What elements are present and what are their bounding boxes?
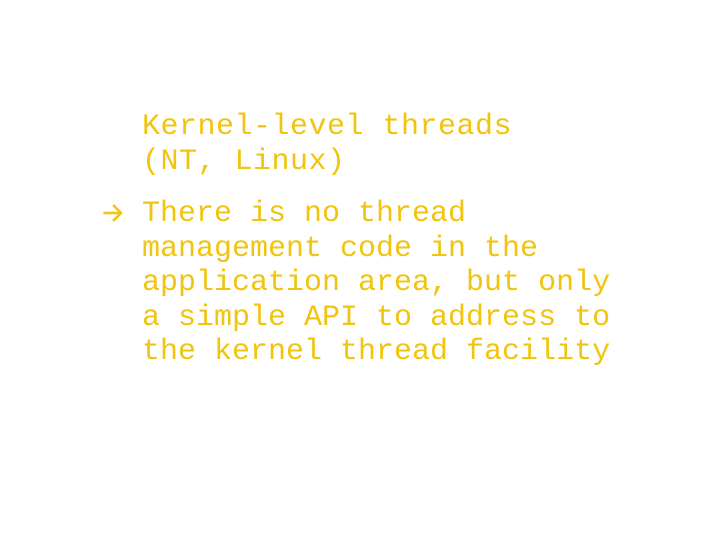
title-line-2: (NT, Linux) (142, 145, 346, 179)
slide: Kernel-level threads (NT, Linux) There i… (0, 0, 720, 540)
arrow-right-icon (100, 199, 128, 227)
slide-title: Kernel-level threads (NT, Linux) (142, 110, 660, 179)
title-line-1: Kernel-level threads (142, 110, 512, 144)
bullet-text: There is no thread management code in th… (142, 197, 622, 370)
bullet-item: There is no thread management code in th… (100, 197, 660, 370)
